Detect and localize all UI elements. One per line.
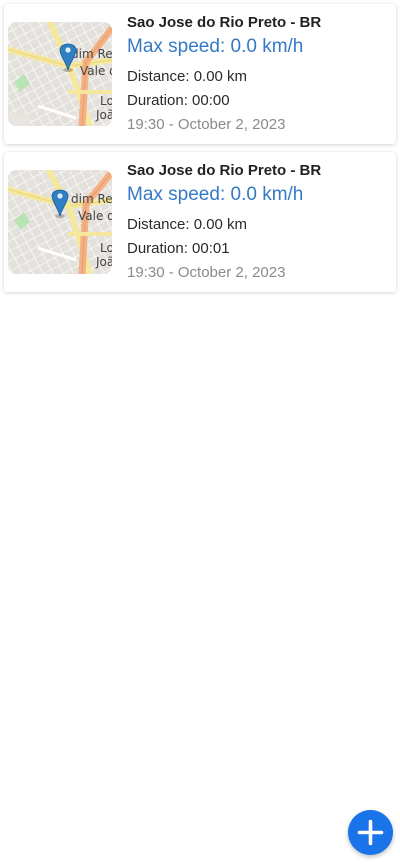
trip-card[interactable]: dim Re Vale d Lo Joã Sao Jose do Rio Pre… [4,4,396,144]
map-label: Lo [100,241,112,255]
trip-city: Sao Jose do Rio Preto - BR [127,14,322,31]
trip-details: Sao Jose do Rio Preto - BR Max speed: 0.… [127,160,392,285]
trip-card[interactable]: dim Re Vale d Lo Joã Sao Jose do Rio Pre… [4,152,396,292]
trip-distance: Distance: 0.00 km [127,216,248,233]
trip-max-speed: Max speed: 0.0 km/h [127,184,304,205]
map-label: dim Re [71,192,112,206]
map-label: Joã [95,255,112,269]
trip-history-screen: dim Re Vale d Lo Joã Sao Jose do Rio Pre… [0,0,400,868]
map-label: dim Re [71,47,112,61]
trip-city: Sao Jose do Rio Preto - BR [127,162,322,179]
trip-duration: Duration: 00:00 [127,92,230,109]
trip-map-thumbnail: dim Re Vale d Lo Joã [8,170,112,274]
trip-distance: Distance: 0.00 km [127,68,248,85]
map-label: Vale d [78,209,112,223]
trip-details: Sao Jose do Rio Preto - BR Max speed: 0.… [127,12,392,137]
trip-timestamp: 19:30 - October 2, 2023 [127,264,286,281]
trip-map-thumbnail: dim Re Vale d Lo Joã [8,22,112,126]
trip-duration: Duration: 00:01 [127,240,230,257]
add-trip-button[interactable] [348,810,393,855]
trip-max-speed: Max speed: 0.0 km/h [127,36,304,57]
map-label: Joã [95,108,112,122]
trip-timestamp: 19:30 - October 2, 2023 [127,116,286,133]
map-label: Vale d [80,64,112,78]
map-label: Lo [100,94,112,108]
plus-icon [357,819,384,846]
